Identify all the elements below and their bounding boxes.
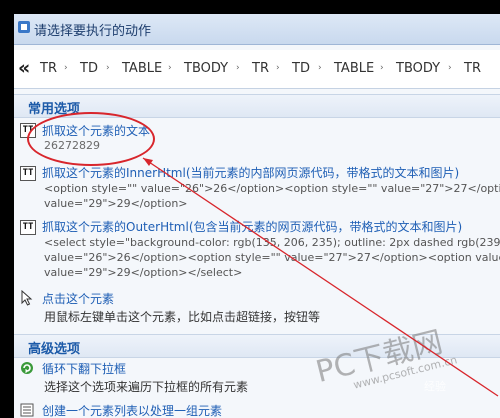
section-advanced-title: 高级选项: [28, 342, 81, 357]
action-outerhtml-line2: value="26">26</option><option style="" v…: [44, 251, 500, 264]
breadcrumb-item[interactable]: TBODY: [396, 61, 440, 76]
action-innerhtml-title[interactable]: 抓取这个元素的InnerHtml(当前元素的内部网页源代码，带格式的文本和图片): [42, 164, 459, 181]
action-click-desc: 用鼠标左键单击这个元素，比如点击超链接，按钮等: [44, 310, 321, 324]
breadcrumb-separator-icon: ›: [448, 63, 452, 73]
action-outerhtml-line3: value="29">29</option></select>: [44, 266, 243, 279]
breadcrumb-separator-icon: ›: [236, 63, 240, 73]
action-innerhtml-line1: <option style="" value="26">26</option><…: [44, 182, 500, 195]
breadcrumb: « TR › TD › TABLE › TBODY › TR › TD › TA…: [14, 50, 500, 89]
breadcrumb-separator-icon: ›: [318, 63, 322, 73]
action-innerhtml-line2: value="29">29</option>: [44, 197, 188, 210]
watermark-extra: 经验: [424, 380, 446, 393]
breadcrumb-item[interactable]: TABLE: [334, 61, 374, 76]
breadcrumb-separator-icon: ›: [64, 63, 68, 73]
action-dialog: 请选择要执行的动作 « TR › TD › TABLE › TBODY › TR…: [14, 14, 500, 418]
action-loop-desc: 选择这个选项来遍历下拉框的所有元素: [44, 380, 249, 394]
breadcrumb-back-icon[interactable]: «: [18, 57, 30, 79]
dialog-title: 请选择要执行的动作: [34, 24, 152, 39]
action-click-title[interactable]: 点击这个元素: [42, 290, 114, 307]
breadcrumb-item[interactable]: TR: [40, 61, 57, 76]
action-create-list-title[interactable]: 创建一个元素列表以处理一组元素: [42, 402, 222, 418]
breadcrumb-item[interactable]: TR: [252, 61, 269, 76]
breadcrumb-separator-icon: ›: [168, 63, 172, 73]
breadcrumb-item[interactable]: TD: [80, 61, 98, 76]
action-loop-title[interactable]: 循环下翻下拉框: [42, 360, 126, 377]
action-outerhtml-line1: <select style="background-color: rgb(135…: [44, 236, 500, 249]
breadcrumb-item[interactable]: TABLE: [122, 61, 162, 76]
list-icon: [20, 403, 34, 417]
app-icon: [18, 21, 30, 33]
breadcrumb-item[interactable]: TD: [292, 61, 310, 76]
breadcrumb-separator-icon: ›: [276, 63, 280, 73]
dialog-titlebar: 请选择要执行的动作: [14, 14, 500, 45]
breadcrumb-separator-icon: ›: [380, 63, 384, 73]
breadcrumb-item[interactable]: TR: [464, 61, 481, 76]
text-type-icon: TT: [20, 220, 36, 235]
action-outerhtml-title[interactable]: 抓取这个元素的OuterHtml(包含当前元素的网页源代码，带格式的文本和图片): [42, 218, 462, 235]
breadcrumb-item[interactable]: TBODY: [184, 61, 228, 76]
breadcrumb-separator-icon: ›: [106, 63, 110, 73]
annotation-ellipse: [27, 112, 155, 166]
loop-icon: [21, 362, 33, 374]
cursor-pointer-icon: [21, 290, 33, 306]
text-type-icon: TT: [20, 166, 36, 181]
